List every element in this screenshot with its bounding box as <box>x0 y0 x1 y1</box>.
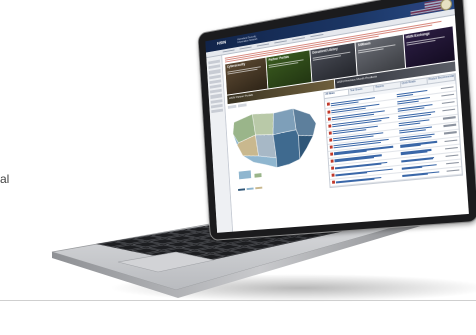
news-list <box>324 84 462 188</box>
keyboard-key[interactable] <box>182 244 209 251</box>
news-panel: All News Tear Sheets Reports Quick Reads… <box>323 73 463 189</box>
keyboard-key[interactable] <box>150 238 178 244</box>
keyboard-key[interactable] <box>197 254 224 260</box>
tile-cybersecurity[interactable]: Cybersecurity <box>225 57 268 95</box>
keyboard-key[interactable] <box>230 247 257 253</box>
keyboard-key[interactable] <box>134 235 162 241</box>
pdf-file-icon <box>331 166 334 170</box>
sidebar-link[interactable] <box>210 103 223 109</box>
screen-bezel: HSIN Homeland Security Information Netwo… <box>197 0 476 241</box>
keyboard-key[interactable] <box>116 238 144 244</box>
news-date <box>443 123 457 127</box>
site-logo[interactable]: HSIN <box>217 40 226 47</box>
keyboard-key[interactable] <box>198 247 225 254</box>
tile-document-library[interactable]: Document Library <box>310 43 357 83</box>
side-caption: al <box>0 172 10 186</box>
news-title-right[interactable] <box>402 170 443 178</box>
keyboard-key[interactable] <box>115 244 143 251</box>
news-date <box>445 154 459 157</box>
keyboard-key[interactable] <box>152 232 179 238</box>
nav-item[interactable] <box>310 33 324 38</box>
pdf-file-icon <box>329 145 333 149</box>
news-date <box>441 101 455 105</box>
nav-item[interactable] <box>239 46 252 50</box>
nav-item[interactable] <box>274 40 287 44</box>
news-date <box>442 108 456 112</box>
tile-partner-portals[interactable]: Partner Portals <box>266 50 312 89</box>
laptop-lid: HSIN Homeland Security Information Netwo… <box>176 0 476 241</box>
pdf-file-icon <box>330 159 334 163</box>
keyboard-key[interactable] <box>263 240 290 246</box>
keyboard-key[interactable] <box>164 254 192 261</box>
keyboard-key[interactable] <box>165 247 192 254</box>
keyboard-key[interactable] <box>214 244 241 250</box>
nav-item[interactable] <box>256 43 270 47</box>
keyboard-key[interactable] <box>181 250 208 257</box>
keyboard-key[interactable] <box>133 241 160 248</box>
news-date <box>444 139 458 142</box>
nav-item[interactable] <box>222 49 235 53</box>
keyboard-key[interactable] <box>167 235 195 241</box>
keyboard-key[interactable] <box>131 247 159 254</box>
news-date <box>441 93 455 97</box>
trackpad <box>117 251 215 273</box>
news-date <box>446 161 459 165</box>
nav-item[interactable] <box>292 36 305 41</box>
news-date <box>442 116 456 120</box>
pdf-file-icon <box>327 117 331 121</box>
pdf-file-icon <box>331 173 335 177</box>
pdf-file-icon <box>332 180 335 184</box>
keyboard-key[interactable] <box>99 241 127 247</box>
keyboard-key[interactable] <box>180 257 208 264</box>
map-legend <box>238 186 263 192</box>
divider-line <box>0 300 476 301</box>
sidebar-link[interactable] <box>211 108 224 114</box>
keyboard-key[interactable] <box>148 251 175 257</box>
pdf-file-icon <box>328 124 331 128</box>
tile-sitroom[interactable]: SitRoom <box>355 35 405 76</box>
us-map[interactable] <box>228 97 326 188</box>
keyboard-key[interactable] <box>166 241 193 248</box>
site-logo-subtitle: Homeland Security Information Network <box>237 35 258 45</box>
news-date <box>444 146 458 150</box>
pdf-file-icon <box>329 138 332 142</box>
keyboard-key[interactable] <box>214 250 241 257</box>
pdf-file-icon <box>327 109 331 114</box>
us-map-panel <box>227 93 327 194</box>
website-screenshot: HSIN Homeland Security Information Netwo… <box>205 0 469 233</box>
pdf-file-icon <box>328 131 332 135</box>
news-date <box>446 169 460 172</box>
pdf-file-icon <box>330 152 333 156</box>
product-showcase: HSIN Homeland Security Information Netwo… <box>0 0 476 335</box>
keyboard-key[interactable] <box>149 244 176 251</box>
news-date <box>440 86 454 90</box>
keyboard-key[interactable] <box>247 243 273 250</box>
main-content: Cybersecurity Partner Portals Document L… <box>222 15 469 233</box>
pdf-file-icon <box>326 102 330 107</box>
sidebar-link[interactable] <box>210 98 223 104</box>
news-date <box>443 131 457 135</box>
